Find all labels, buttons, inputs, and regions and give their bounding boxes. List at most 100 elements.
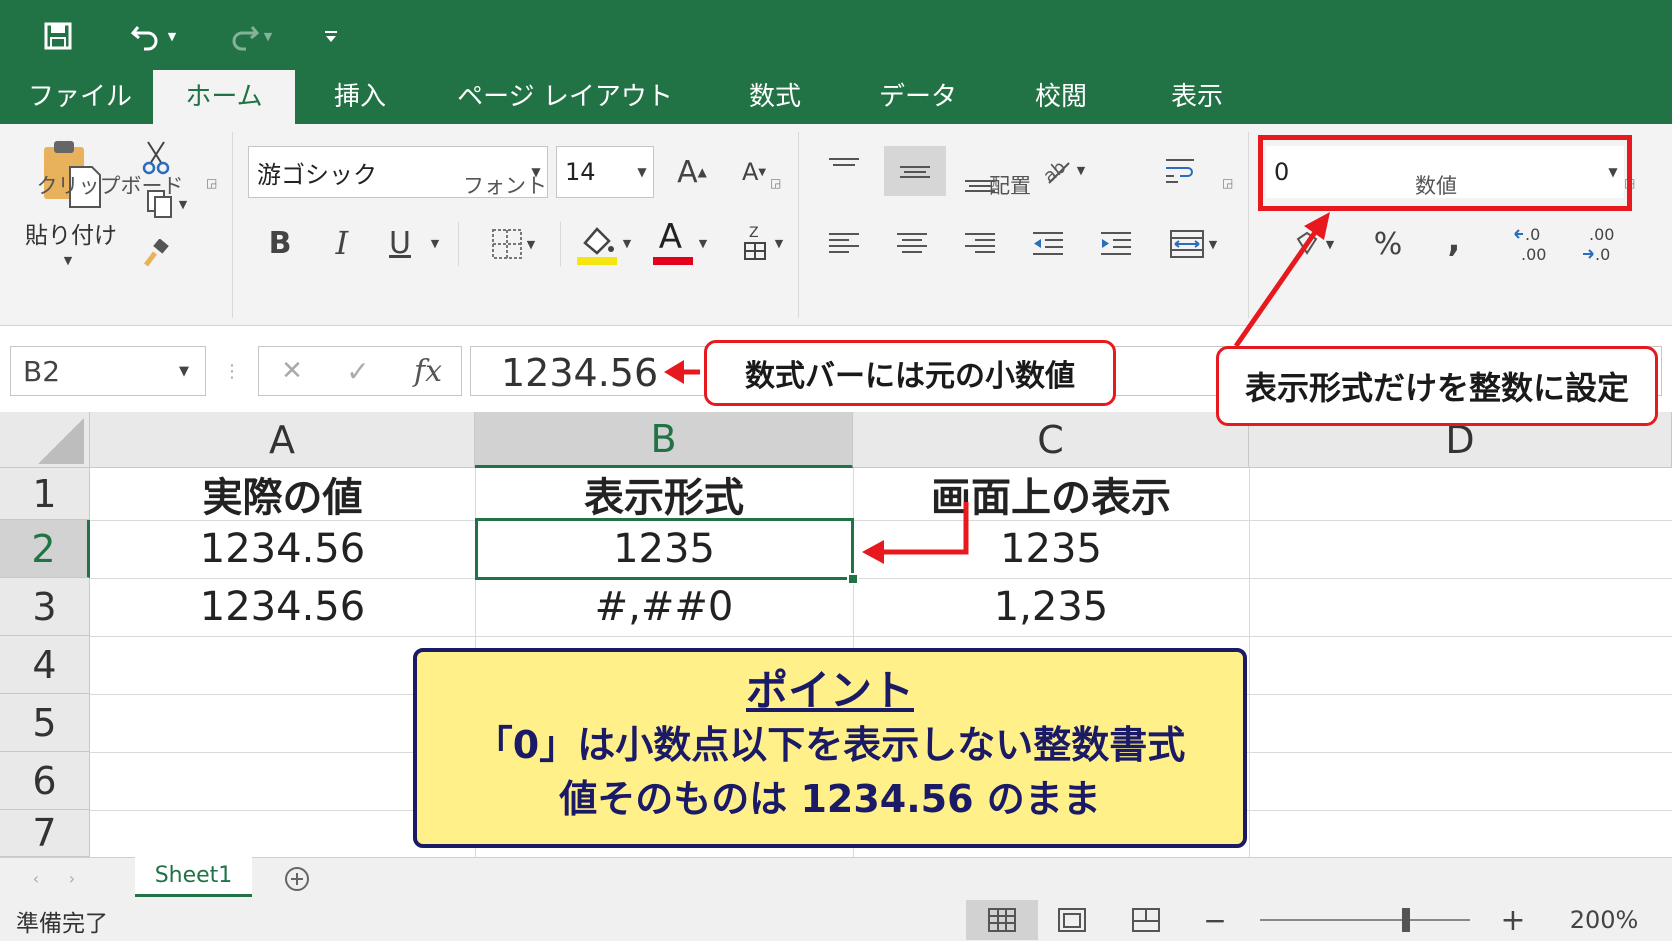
top-align-icon[interactable]	[822, 146, 866, 190]
status-ready: 準備完了	[16, 911, 108, 937]
svg-text:.00: .00	[1521, 245, 1546, 264]
formula-value: 1234.56	[501, 351, 659, 395]
underline-dropdown-icon[interactable]: ▼	[424, 230, 446, 256]
clipboard-group-label: クリップボード	[36, 174, 184, 198]
page-break-view-icon[interactable]	[1124, 900, 1168, 940]
page-layout-view-icon[interactable]	[1050, 900, 1094, 940]
formula-bar-callout: 数式バーには元の小数値	[704, 340, 1116, 406]
zoom-slider-thumb[interactable]	[1402, 908, 1410, 932]
font-launcher-icon[interactable]: ◲	[770, 176, 784, 190]
increase-decimal-icon[interactable]: .0.00	[1506, 220, 1560, 268]
gridline	[90, 636, 1672, 637]
cancel-icon[interactable]: ✕	[270, 350, 314, 392]
align-left-icon[interactable]	[822, 222, 866, 266]
tab-review[interactable]: 校閲	[1018, 70, 1104, 124]
font-color-letter: A	[658, 217, 683, 257]
point-line-2: 値そのものは 1234.56 のまま	[559, 777, 1101, 821]
percent-style-button[interactable]: %	[1366, 222, 1410, 266]
point-title: ポイント	[745, 666, 914, 715]
scroll-right-icon[interactable]: ›	[62, 866, 82, 890]
tab-data[interactable]: データ	[868, 70, 968, 124]
cell-c3[interactable]: 1,235	[853, 578, 1249, 636]
group-separator	[232, 132, 233, 318]
fill-color-icon[interactable]: ▼	[568, 218, 638, 268]
wrap-text-icon[interactable]	[1158, 148, 1204, 192]
group-separator	[458, 222, 459, 266]
borders-icon[interactable]: ▼	[474, 222, 552, 266]
align-center-icon[interactable]	[890, 222, 934, 266]
insert-function-icon[interactable]: fx	[404, 350, 452, 392]
tab-home[interactable]: ホーム	[153, 70, 295, 124]
row-header-7[interactable]: 7	[0, 810, 90, 857]
name-box-value: B2	[23, 354, 61, 388]
middle-align-icon[interactable]	[884, 146, 946, 196]
align-right-icon[interactable]	[958, 222, 1002, 266]
paste-button[interactable]: 貼り付け	[18, 216, 124, 250]
row-header-6[interactable]: 6	[0, 752, 90, 810]
scroll-left-icon[interactable]: ‹	[26, 866, 46, 890]
font-color-icon[interactable]: A ▼	[644, 217, 714, 268]
increase-font-label: A	[677, 154, 698, 190]
enter-icon[interactable]: ✓	[336, 350, 380, 392]
decrease-font-label: A	[741, 158, 759, 186]
number-format-highlight	[1258, 135, 1632, 211]
phonetic-guide-icon[interactable]: Z ▼	[730, 220, 794, 266]
select-all-button[interactable]	[0, 412, 90, 468]
decrease-indent-icon[interactable]	[1026, 222, 1070, 266]
zoom-level[interactable]: 200%	[1552, 900, 1656, 940]
column-header-a[interactable]: A	[90, 412, 475, 468]
column-header-c[interactable]: C	[853, 412, 1249, 468]
increase-font-size-icon[interactable]: A ▲	[670, 150, 714, 194]
svg-text:.00: .00	[1589, 225, 1614, 244]
cell-c2[interactable]: 1235	[853, 520, 1249, 578]
italic-button[interactable]: I	[322, 220, 362, 266]
underline-button[interactable]: U	[380, 220, 420, 266]
cell-a3[interactable]: 1234.56	[90, 578, 475, 636]
row-header-3[interactable]: 3	[0, 578, 90, 636]
tab-file[interactable]: ファイル	[14, 70, 146, 124]
alignment-group-label: 配置	[989, 174, 1031, 198]
save-icon[interactable]	[36, 14, 80, 58]
redo-icon[interactable]: ▼	[214, 14, 284, 58]
new-sheet-icon[interactable]	[282, 864, 312, 894]
tab-formulas[interactable]: 数式	[730, 70, 820, 124]
bold-button[interactable]: B	[260, 220, 300, 266]
column-header-b[interactable]: B	[475, 412, 853, 468]
svg-text:Z: Z	[749, 225, 759, 241]
name-box[interactable]: B2 ▼	[10, 346, 206, 396]
fill-handle[interactable]	[847, 573, 859, 585]
zoom-out-button[interactable]: −	[1200, 900, 1230, 940]
row-header-5[interactable]: 5	[0, 694, 90, 752]
alignment-launcher-icon[interactable]: ◲	[1222, 176, 1236, 190]
cell-a2[interactable]: 1234.56	[90, 520, 475, 578]
cell-a1[interactable]: 実際の値	[90, 468, 475, 521]
cell-b1[interactable]: 表示形式	[475, 468, 853, 521]
svg-text:.0: .0	[1525, 225, 1540, 244]
format-painter-icon[interactable]	[136, 236, 176, 272]
tab-page-layout[interactable]: ページ レイアウト	[450, 70, 680, 124]
increase-indent-icon[interactable]	[1094, 222, 1138, 266]
row-header-2[interactable]: 2	[0, 520, 90, 578]
sheet-tab-sheet1[interactable]: Sheet1	[135, 857, 252, 897]
merge-center-icon[interactable]: ▼	[1158, 222, 1228, 266]
row-header-4[interactable]: 4	[0, 636, 90, 694]
comma-style-button[interactable]: ,	[1432, 218, 1476, 262]
cell-b3[interactable]: #,##0	[475, 578, 853, 636]
tab-insert[interactable]: 挿入	[310, 70, 410, 124]
paste-dropdown-icon[interactable]: ▼	[58, 252, 78, 268]
normal-view-icon[interactable]	[966, 900, 1038, 940]
group-separator	[798, 132, 799, 318]
accounting-format-icon[interactable]: ▼	[1282, 222, 1344, 266]
decrease-decimal-icon[interactable]: .00.0	[1574, 220, 1628, 268]
cell-c1[interactable]: 画面上の表示	[853, 468, 1249, 521]
clipboard-launcher-icon[interactable]: ◲	[206, 176, 220, 190]
customize-qat-icon[interactable]	[316, 14, 346, 58]
tab-view[interactable]: 表示	[1154, 70, 1240, 124]
font-group-label: フォント	[463, 174, 547, 198]
zoom-in-button[interactable]: +	[1498, 900, 1528, 940]
zoom-slider-track[interactable]	[1260, 919, 1470, 921]
svg-text:.0: .0	[1595, 245, 1610, 264]
vertical-dots-icon[interactable]: ⋮	[223, 356, 241, 386]
undo-icon[interactable]: ▼	[118, 14, 188, 58]
row-header-1[interactable]: 1	[0, 468, 90, 520]
